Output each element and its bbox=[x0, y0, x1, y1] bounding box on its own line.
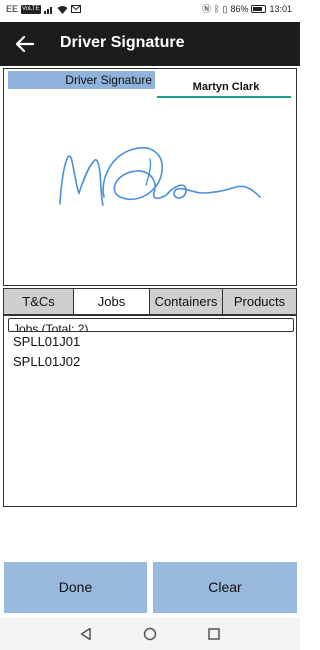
page-title: Driver Signature bbox=[60, 34, 185, 51]
clock: 13:01 bbox=[269, 4, 292, 14]
jobs-panel: Jobs (Total: 2) SPLL01J01 SPLL01J02 bbox=[3, 315, 297, 507]
status-right: Ⓝ ᛒ ▯ 86% 13:01 bbox=[202, 4, 292, 14]
back-triangle-icon[interactable] bbox=[79, 627, 93, 641]
signature-label: Driver Signature bbox=[8, 71, 155, 89]
battery-fill bbox=[253, 7, 263, 11]
signature-stroke bbox=[59, 155, 104, 206]
signature-stroke bbox=[167, 184, 261, 199]
tab-tcs[interactable]: T&Cs bbox=[3, 288, 74, 315]
list-item[interactable]: SPLL01J01 bbox=[13, 334, 80, 349]
tab-containers[interactable]: Containers bbox=[150, 288, 223, 315]
status-left: EE VoLTE bbox=[6, 4, 81, 14]
jobs-list-header: Jobs (Total: 2) bbox=[8, 318, 294, 332]
tab-bar: T&Cs Jobs Containers Products bbox=[3, 288, 297, 315]
battery-icon bbox=[251, 5, 267, 13]
home-circle-icon[interactable] bbox=[143, 627, 157, 641]
signer-name-field[interactable]: Martyn Clark bbox=[162, 78, 290, 96]
recents-square-icon[interactable] bbox=[207, 627, 221, 641]
list-item[interactable]: SPLL01J02 bbox=[13, 354, 80, 369]
signer-name-underline bbox=[157, 96, 291, 98]
arrow-left-icon[interactable] bbox=[14, 33, 36, 55]
bluetooth-icon: ᛒ bbox=[214, 4, 220, 14]
volte-badge: VoLTE bbox=[21, 4, 41, 14]
status-bar: EE VoLTE Ⓝ ᛒ ▯ 86% 13:01 bbox=[0, 0, 300, 22]
signature-stroke bbox=[102, 147, 171, 201]
tab-jobs[interactable]: Jobs bbox=[74, 288, 150, 315]
vibrate-icon: ▯ bbox=[222, 4, 228, 14]
app-bar: Driver Signature bbox=[0, 22, 300, 66]
battery-percent: 86% bbox=[230, 4, 249, 14]
system-nav-bar bbox=[0, 618, 300, 650]
signature-pad[interactable]: Driver Signature Martyn Clark bbox=[3, 68, 297, 286]
carrier-label: EE bbox=[6, 4, 19, 14]
wifi-icon bbox=[57, 5, 68, 14]
done-button[interactable]: Done bbox=[4, 562, 147, 613]
tab-products[interactable]: Products bbox=[223, 288, 297, 315]
nfc-icon: Ⓝ bbox=[202, 4, 212, 14]
email-icon bbox=[70, 5, 81, 13]
signature-drawing bbox=[59, 147, 261, 206]
clear-button[interactable]: Clear bbox=[153, 562, 297, 613]
signal-icon bbox=[43, 6, 52, 14]
